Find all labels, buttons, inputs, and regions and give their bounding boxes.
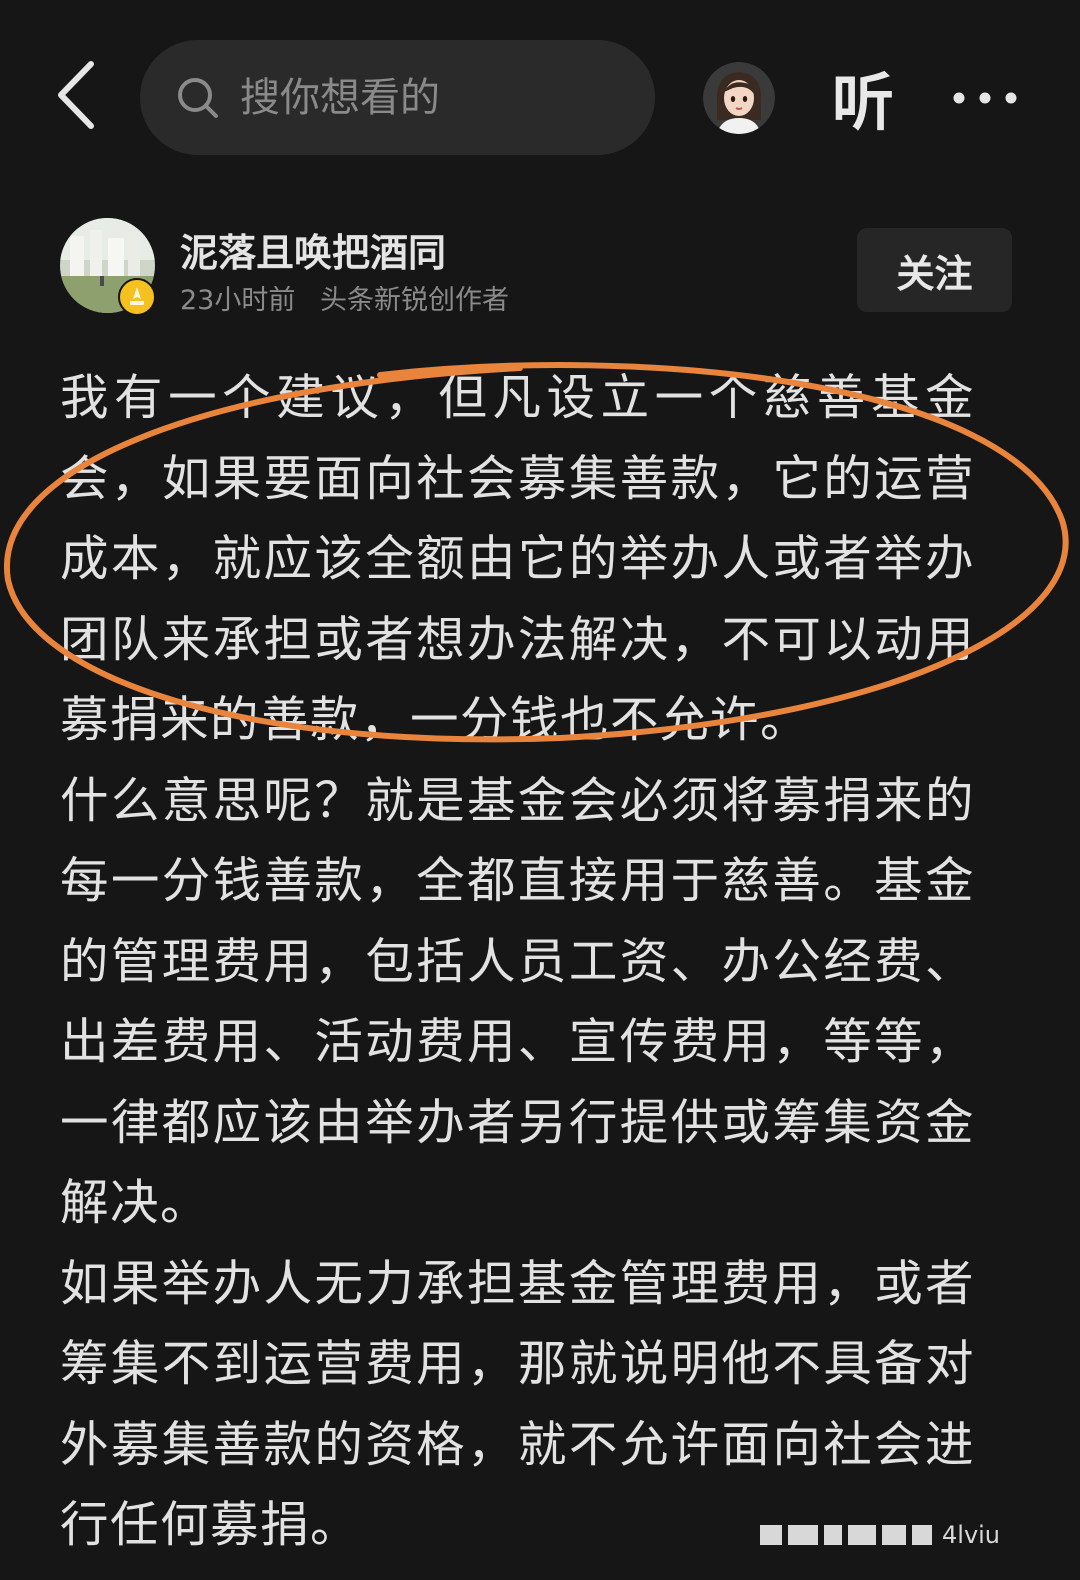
article-paragraph: 我有一个建议，但凡设立一个慈善基金会，如果要面向社会募集善款，它的运营成本，就应… <box>60 370 975 748</box>
more-button[interactable] <box>945 70 1025 126</box>
author-title: 头条新锐创作者 <box>319 285 509 316</box>
back-button[interactable] <box>40 55 110 135</box>
watermark-text: 4lviu <box>942 1521 1001 1549</box>
back-arrow-icon <box>58 61 94 129</box>
article-paragraph: 什么意思呢？就是基金会必须将募捐来的每一分钱善款，全都直接用于慈善。基金的管理费… <box>60 772 975 1232</box>
search-icon <box>176 76 220 120</box>
article-body: 我有一个建议，但凡设立一个慈善基金会，如果要面向社会募集善款，它的运营成本，就应… <box>60 358 975 1566</box>
more-dots-icon <box>953 92 1017 104</box>
search-bar[interactable] <box>140 40 655 155</box>
top-bar: 听 <box>0 0 1080 190</box>
author-row: 泥落且唤把酒同 23小时前 头条新锐创作者 关注 <box>0 210 1080 320</box>
follow-button[interactable]: 关注 <box>857 228 1012 312</box>
assistant-avatar[interactable] <box>703 62 775 134</box>
search-input[interactable] <box>238 73 622 122</box>
verified-badge-icon <box>118 278 156 316</box>
post-time: 23小时前 <box>180 285 296 316</box>
watermark: 4lviu <box>760 1515 1060 1555</box>
author-name[interactable]: 泥落且唤把酒同 <box>180 222 446 277</box>
listen-button[interactable]: 听 <box>818 52 908 142</box>
author-meta: 23小时前 头条新锐创作者 <box>180 278 509 317</box>
assistant-avatar-icon <box>703 62 775 134</box>
